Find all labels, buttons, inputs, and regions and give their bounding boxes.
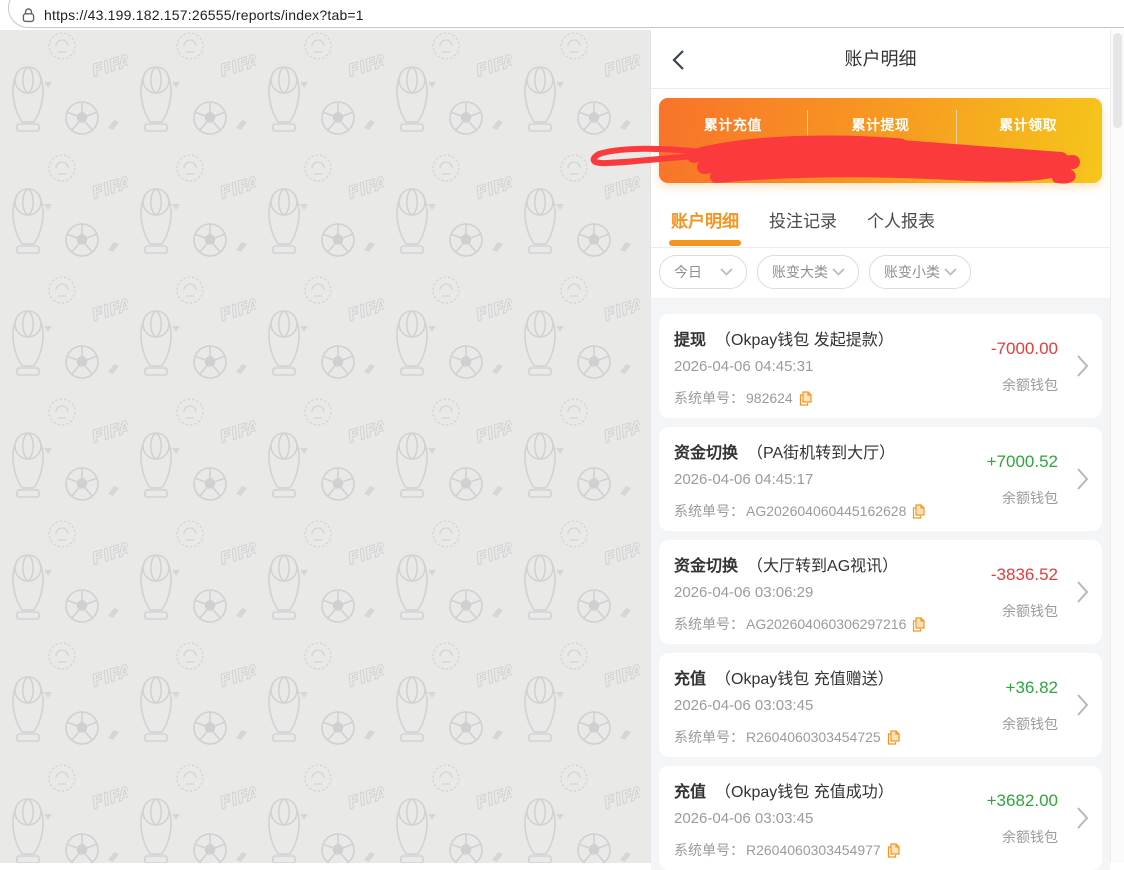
- copy-document-icon[interactable]: [912, 504, 925, 519]
- scrollbar-thumb[interactable]: [1113, 33, 1122, 128]
- stat-total-withdraw: 累计提现: [807, 115, 955, 135]
- transaction-row[interactable]: 资金切换 （大厅转到AG视讯） 2026-04-06 03:06:29 系统单号：…: [659, 540, 1102, 644]
- tx-amount: -7000.00: [991, 339, 1058, 359]
- stat-divider: [807, 110, 808, 168]
- tx-wallet-label: 余额钱包: [1002, 375, 1058, 395]
- chevron-right-icon[interactable]: [1076, 806, 1090, 830]
- tx-amount: +36.82: [1006, 678, 1058, 698]
- tx-order-label: 系统单号：: [674, 388, 744, 408]
- tx-datetime: 2026-04-06 04:45:31: [674, 358, 813, 375]
- summary-section: 累计充值 累计提现 累计领取: [651, 89, 1110, 196]
- transaction-row[interactable]: 提现 （Okpay钱包 发起提款） 2026-04-06 04:45:31 系统单…: [659, 314, 1102, 418]
- filter-bar: 今日 账变大类 账变小类: [651, 248, 1110, 299]
- chevron-right-icon[interactable]: [1076, 693, 1090, 717]
- chevron-down-icon: [944, 268, 957, 276]
- tx-amount: +7000.52: [987, 452, 1058, 472]
- copy-document-icon[interactable]: [887, 730, 900, 745]
- tx-amount: -3836.52: [991, 565, 1058, 585]
- tx-type: 提现: [674, 332, 706, 349]
- transaction-row[interactable]: 资金切换 （PA街机转到大厅） 2026-04-06 04:45:17 系统单号：…: [659, 427, 1102, 531]
- stat-total-claim: 累计领取: [954, 115, 1102, 135]
- page-title: 账户明细: [651, 30, 1110, 89]
- tx-type: 资金切换: [674, 558, 738, 575]
- tab-bar: 账户明细 投注记录 个人报表: [651, 196, 1110, 248]
- chevron-down-icon: [720, 268, 733, 276]
- scrollbar-track[interactable]: [1110, 30, 1124, 863]
- tx-order-label: 系统单号：: [674, 727, 744, 747]
- stat-divider: [956, 110, 957, 168]
- tab-personal-report[interactable]: 个人报表: [867, 196, 935, 247]
- tx-type: 充值: [674, 784, 706, 801]
- tx-datetime: 2026-04-06 03:03:45: [674, 697, 813, 714]
- transaction-row[interactable]: 充值 （Okpay钱包 充值赠送） 2026-04-06 03:03:45 系统单…: [659, 653, 1102, 757]
- tx-wallet-label: 余额钱包: [1002, 714, 1058, 734]
- copy-document-icon[interactable]: [887, 843, 900, 858]
- tx-subtitle: （Okpay钱包 充值赠送）: [715, 671, 894, 688]
- tx-wallet-label: 余额钱包: [1002, 488, 1058, 508]
- tx-order-no: 982624: [746, 390, 793, 406]
- tx-subtitle: （大厅转到AG视讯）: [747, 558, 898, 575]
- tx-order-label: 系统单号：: [674, 840, 744, 860]
- chevron-right-icon[interactable]: [1076, 467, 1090, 491]
- chevron-right-icon[interactable]: [1076, 580, 1090, 604]
- tx-order-label: 系统单号：: [674, 501, 744, 521]
- tx-wallet-label: 余额钱包: [1002, 827, 1058, 847]
- filter-date-dropdown[interactable]: 今日: [659, 255, 747, 289]
- tx-order-label: 系统单号：: [674, 614, 744, 634]
- copy-document-icon[interactable]: [799, 391, 812, 406]
- tx-wallet-label: 余额钱包: [1002, 601, 1058, 621]
- transaction-list: 提现 （Okpay钱包 发起提款） 2026-04-06 04:45:31 系统单…: [651, 299, 1110, 870]
- stat-total-deposit: 累计充值: [659, 115, 807, 135]
- copy-document-icon[interactable]: [912, 617, 925, 632]
- tx-order-no: R2604060303454725: [746, 729, 881, 745]
- tab-account-detail[interactable]: 账户明细: [671, 196, 739, 247]
- account-detail-panel: 账户明细 累计充值 累计提现 累计领取 账户明细 投注记录 个人报表: [650, 30, 1110, 863]
- tx-subtitle: （Okpay钱包 发起提款）: [715, 332, 894, 349]
- tx-type: 充值: [674, 671, 706, 688]
- chevron-down-icon: [832, 268, 845, 276]
- tx-type: 资金切换: [674, 445, 738, 462]
- lock-icon[interactable]: [22, 7, 35, 23]
- tx-datetime: 2026-04-06 04:45:17: [674, 471, 813, 488]
- chevron-right-icon[interactable]: [1076, 354, 1090, 378]
- tx-amount: +3682.00: [987, 791, 1058, 811]
- tx-subtitle: （Okpay钱包 充值成功）: [715, 784, 894, 801]
- tx-datetime: 2026-04-06 03:06:29: [674, 584, 813, 601]
- browser-address-bar: https://43.199.182.157:26555/reports/ind…: [0, 0, 1124, 30]
- tab-bet-records[interactable]: 投注记录: [769, 196, 837, 247]
- tx-order-no: AG202604060306297216: [746, 616, 906, 632]
- summary-card: 累计充值 累计提现 累计领取: [659, 98, 1102, 183]
- page-header: 账户明细: [651, 30, 1110, 89]
- filter-minor-category-dropdown[interactable]: 账变小类: [869, 255, 971, 289]
- tx-order-no: AG202604060445162628: [746, 503, 906, 519]
- url-text[interactable]: https://43.199.182.157:26555/reports/ind…: [44, 7, 364, 23]
- fifa-pattern-background: FIFA: [0, 30, 650, 863]
- tx-datetime: 2026-04-06 03:03:45: [674, 810, 813, 827]
- back-button[interactable]: [671, 49, 687, 71]
- tx-subtitle: （PA街机转到大厅）: [747, 445, 895, 462]
- filter-major-category-dropdown[interactable]: 账变大类: [757, 255, 859, 289]
- transaction-row[interactable]: 充值 （Okpay钱包 充值成功） 2026-04-06 03:03:45 系统单…: [659, 766, 1102, 870]
- tx-order-no: R2604060303454977: [746, 842, 881, 858]
